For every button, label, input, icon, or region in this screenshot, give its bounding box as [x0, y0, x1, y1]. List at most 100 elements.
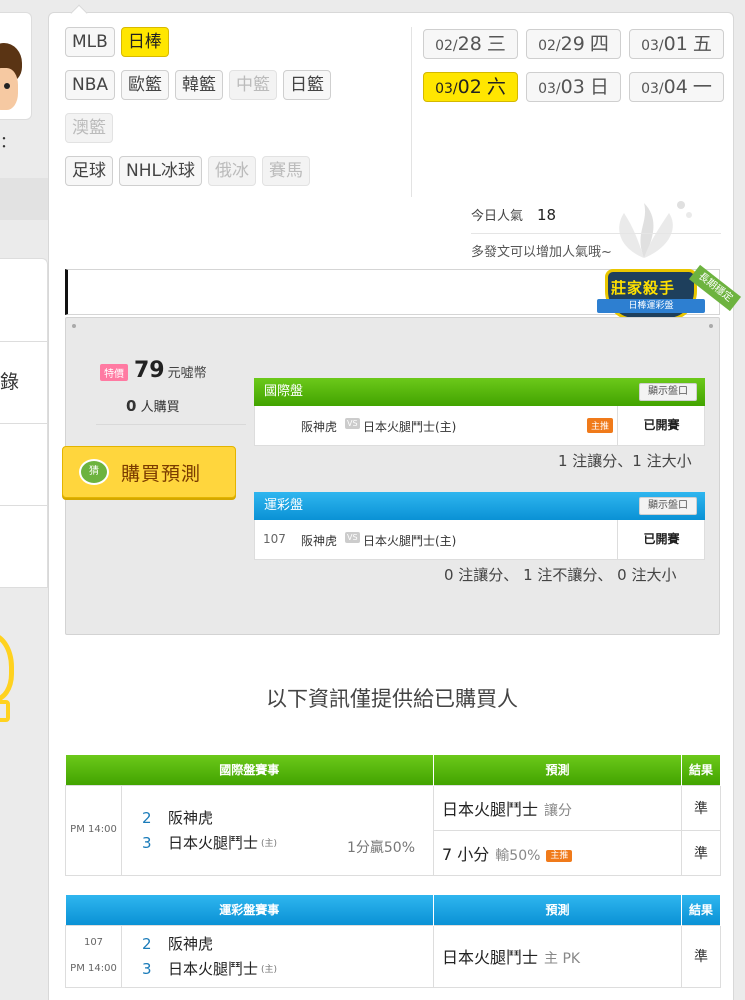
match-teams: 2 阪神虎 3 日本火腿鬥士 (主) — [120, 924, 435, 988]
date-tab[interactable]: 02/28 三 — [423, 29, 518, 59]
date-month: 03/ — [538, 81, 561, 97]
date-day: 04 — [663, 76, 688, 98]
date-tab[interactable]: 03/02 六 — [423, 72, 518, 102]
league-row: 足球 NHL冰球 俄冰 賽馬 — [65, 156, 405, 186]
date-weekday: 日 — [589, 76, 609, 98]
date-tab[interactable]: 03/04 一 — [629, 72, 724, 102]
table-header-result: 結果 — [681, 895, 722, 925]
host-marker: (主) — [261, 965, 278, 975]
league-tab: 澳籃 — [65, 113, 113, 143]
league-tab[interactable]: NHL冰球 — [119, 156, 202, 186]
lottery-line-title: 運彩盤 — [264, 498, 304, 513]
avatar[interactable] — [0, 12, 32, 120]
match-status: 已開賽 — [617, 406, 705, 445]
league-row: MLB 日棒 — [65, 27, 405, 57]
prediction-type: 輸50% — [495, 847, 541, 864]
result-cell: 準 — [681, 784, 722, 831]
prediction-name: 日本火腿鬥士 — [442, 948, 539, 967]
buy-prediction-button[interactable]: 猜 購買預測 — [62, 446, 236, 498]
date-weekday: 六 — [486, 76, 506, 98]
avatar-eye — [4, 83, 10, 89]
league-tab[interactable]: 歐籃 — [121, 70, 170, 100]
date-label: 03/02 — [435, 76, 482, 98]
table-header-row: 國際盤賽事 預測 結果 — [65, 755, 722, 785]
league-tab[interactable]: 韓籃 — [175, 70, 224, 100]
league-tab[interactable]: MLB — [65, 27, 115, 57]
prediction-name: 日本火腿鬥士 — [442, 799, 539, 819]
date-weekday: 一 — [692, 76, 712, 98]
lottery-line-box: 運彩盤 顯示盤口 107 阪神虎 VS 日本火腿鬥士(主) 已開賽 — [254, 492, 705, 560]
date-selector: 02/28 三 02/29 四 03/01 五 03/02 六 03/03 日 03/04… — [423, 29, 728, 102]
date-tab[interactable]: 03/01 五 — [629, 29, 724, 59]
sidebar-divider — [0, 587, 48, 588]
table-header-row: 運彩盤賽事 預測 結果 — [65, 895, 722, 925]
lottery-results-table: 運彩盤賽事 預測 結果 107 PM 14:00 2 阪神虎 3 日本火腿鬥士 (主)… — [65, 895, 722, 988]
sidebar-gray-block — [0, 178, 48, 220]
match-number-time: 107 PM 14:00 — [65, 924, 122, 988]
main-panel: MLB 日棒 NBA 歐籃 韓籃 中籃 日籃 澳籃 足球 NHL冰球 俄冰 賽馬 02/28 三 02/… — [48, 4, 742, 1000]
league-selector: MLB 日棒 NBA 歐籃 韓籃 中籃 日籃 澳籃 足球 NHL冰球 俄冰 賽馬 — [65, 27, 405, 199]
price-row: 特價 79 元噓幣 — [100, 358, 207, 383]
match-time: PM 14:00 — [65, 784, 122, 876]
team-name: 日本火腿鬥士 — [168, 834, 259, 852]
corner-dot — [709, 324, 713, 328]
team-line: 3 日本火腿鬥士 (主) — [142, 956, 433, 981]
buyers-count: 0 人購買 — [126, 396, 180, 415]
date-month: 02/ — [435, 38, 458, 54]
international-line-title: 國際盤 — [264, 384, 304, 399]
league-tab: 賽馬 — [261, 156, 310, 186]
prediction-cell: 日本火腿鬥士主 PK — [433, 924, 683, 988]
league-tab: 俄冰 — [207, 156, 256, 186]
buy-button-label: 購買預測 — [121, 463, 202, 485]
vertical-divider — [411, 27, 412, 197]
host-marker: (主) — [261, 839, 278, 849]
team-name: 日本火腿鬥士 — [168, 960, 259, 978]
vs-icon: VS — [345, 532, 360, 543]
home-team: 日本火腿鬥士(主) — [363, 534, 457, 548]
match-number: 107 — [83, 937, 104, 948]
guess-icon: 猜 — [79, 459, 109, 485]
table-header-match: 國際盤賽事 — [65, 755, 435, 785]
home-team: 日本火腿鬥士(主) — [363, 420, 457, 434]
prediction-name: 7 小分 — [442, 844, 490, 864]
team-line: 2 阪神虎 — [142, 805, 433, 830]
date-day: 03 — [560, 76, 585, 98]
international-line-header: 國際盤 顯示盤口 — [254, 378, 705, 406]
league-tab[interactable]: 足球 — [65, 156, 113, 186]
avatar-face — [0, 68, 18, 110]
date-weekday: 四 — [589, 33, 609, 55]
sidebar-divider — [0, 505, 48, 506]
show-odds-button[interactable]: 顯示盤口 — [639, 383, 697, 401]
league-tab[interactable]: 日籃 — [283, 70, 332, 100]
table-row: PM 14:00 2 阪神虎 3 日本火腿鬥士 (主) 1分贏50% 日本火腿鬥士 讓分… — [65, 784, 722, 876]
league-tab[interactable]: 日棒 — [120, 27, 169, 57]
team-line: 2 阪神虎 — [142, 931, 433, 956]
lottery-summary: 0 注讓分、 1 注不讓分、 0 注大小 — [444, 566, 677, 584]
featured-tag: 主推 — [546, 849, 573, 862]
match-teams: 2 阪神虎 3 日本火腿鬥士 (主) 1分贏50% — [120, 784, 435, 876]
popularity-label: 今日人氣 — [471, 209, 524, 224]
price-value: 79 — [134, 358, 165, 383]
date-month: 02/ — [538, 38, 561, 54]
table-header-result: 結果 — [681, 755, 722, 785]
league-tab: 中籃 — [229, 70, 278, 100]
prediction-cell: 7 小分 輸50% 主推 — [433, 829, 683, 876]
date-day: 28 — [457, 33, 482, 55]
sidebar-divider — [0, 423, 48, 424]
date-tab[interactable]: 03/03 日 — [526, 72, 621, 102]
league-tab[interactable]: NBA — [65, 70, 116, 100]
sidebar-partial-char: ： — [0, 132, 17, 151]
buyers-number: 0 — [126, 397, 137, 415]
team-name: 阪神虎 — [168, 809, 214, 827]
away-team: 阪神虎 — [301, 534, 338, 548]
vs-icon: VS — [345, 418, 360, 429]
popularity-hint: 多發文可以增加人氣哦~ — [471, 245, 612, 260]
show-odds-button[interactable]: 顯示盤口 — [639, 497, 697, 515]
match-odds: 1分贏50% — [346, 839, 416, 856]
sidebar-item-record[interactable]: 錄 — [0, 367, 19, 394]
table-row: 107 PM 14:00 2 阪神虎 3 日本火腿鬥士 (主) 日本火腿鬥士主 PK … — [65, 924, 722, 988]
date-tab[interactable]: 02/29 四 — [526, 29, 621, 59]
match-status: 已開賽 — [617, 520, 705, 559]
buyers-label: 人購買 — [140, 400, 180, 415]
popularity: 今日人氣 18 — [471, 205, 556, 224]
